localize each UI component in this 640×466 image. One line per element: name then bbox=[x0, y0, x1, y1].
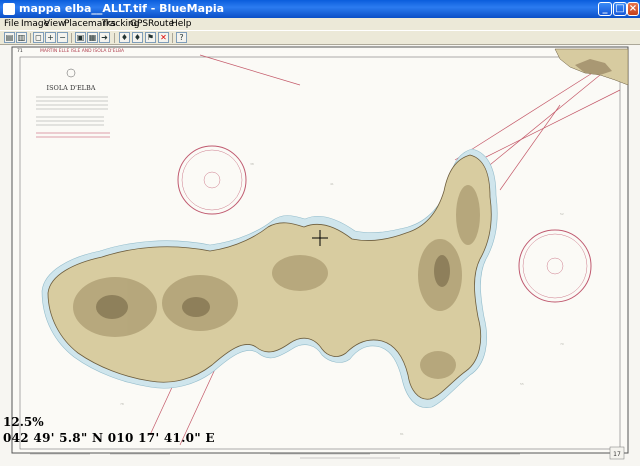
zoom-out-icon[interactable]: − bbox=[57, 32, 68, 43]
map-icon[interactable]: ▦ bbox=[87, 32, 98, 43]
forward-icon[interactable]: ➜ bbox=[99, 32, 110, 43]
menu-gps[interactable]: GPS bbox=[130, 18, 148, 30]
info-icon[interactable]: ? bbox=[176, 32, 187, 43]
svg-text:38: 38 bbox=[250, 162, 254, 166]
zoom-level: 12.5% bbox=[3, 415, 44, 429]
app-icon bbox=[3, 3, 15, 15]
cursor-coordinates: 042 49' 5.8" N 010 17' 41.0" E bbox=[3, 431, 215, 445]
minimize-button[interactable]: _ bbox=[598, 2, 612, 16]
menu-help[interactable]: Help bbox=[171, 18, 192, 30]
map-view[interactable]: 456278 557081 384152 bbox=[0, 45, 640, 466]
svg-text:55: 55 bbox=[520, 382, 524, 386]
footer-page-number: 17 bbox=[613, 451, 621, 458]
title-bar: mappa elba__ALLT.tif - BlueMapia _ □ × bbox=[0, 0, 640, 18]
svg-text:78: 78 bbox=[120, 402, 124, 406]
zoom-in-icon[interactable]: + bbox=[45, 32, 56, 43]
fit-page-icon[interactable]: ◻ bbox=[33, 32, 44, 43]
waypoint-flag-icon[interactable]: ⚑ bbox=[145, 32, 156, 43]
chart-footer bbox=[30, 453, 520, 459]
nautical-chart[interactable]: 456278 557081 384152 bbox=[0, 45, 640, 466]
open-icon[interactable]: ▤ bbox=[4, 32, 15, 43]
close-button[interactable]: × bbox=[627, 2, 639, 16]
maximize-button[interactable]: □ bbox=[613, 2, 627, 16]
chart-title: ISOLA D'ELBA bbox=[47, 84, 96, 92]
toolbar: ▤ ▥ ◻ + − ▣ ▦ ➜ ♦ ♦ ⚑ ✕ ? bbox=[0, 30, 640, 45]
chart-header-line: MARTIN ELLE ISLE AND ISOLA D'ELBA bbox=[40, 48, 125, 54]
svg-text:70: 70 bbox=[560, 342, 564, 346]
svg-text:41: 41 bbox=[330, 182, 334, 186]
delete-icon[interactable]: ✕ bbox=[158, 32, 169, 43]
menu-view[interactable]: View bbox=[44, 18, 65, 30]
svg-text:81: 81 bbox=[400, 432, 404, 436]
waypoint-icon[interactable]: ♦ bbox=[132, 32, 143, 43]
menu-bar: File Image View Placemarks Tracking GPS … bbox=[0, 18, 640, 30]
menu-file[interactable]: File bbox=[4, 18, 19, 30]
save-icon[interactable]: ▣ bbox=[75, 32, 86, 43]
window-title: mappa elba__ALLT.tif - BlueMapia bbox=[19, 2, 225, 15]
waypoint-add-icon[interactable]: ♦ bbox=[119, 32, 130, 43]
open-folder-icon[interactable]: ▥ bbox=[16, 32, 27, 43]
svg-text:52: 52 bbox=[560, 212, 564, 216]
corner-label: 71 bbox=[17, 48, 23, 54]
